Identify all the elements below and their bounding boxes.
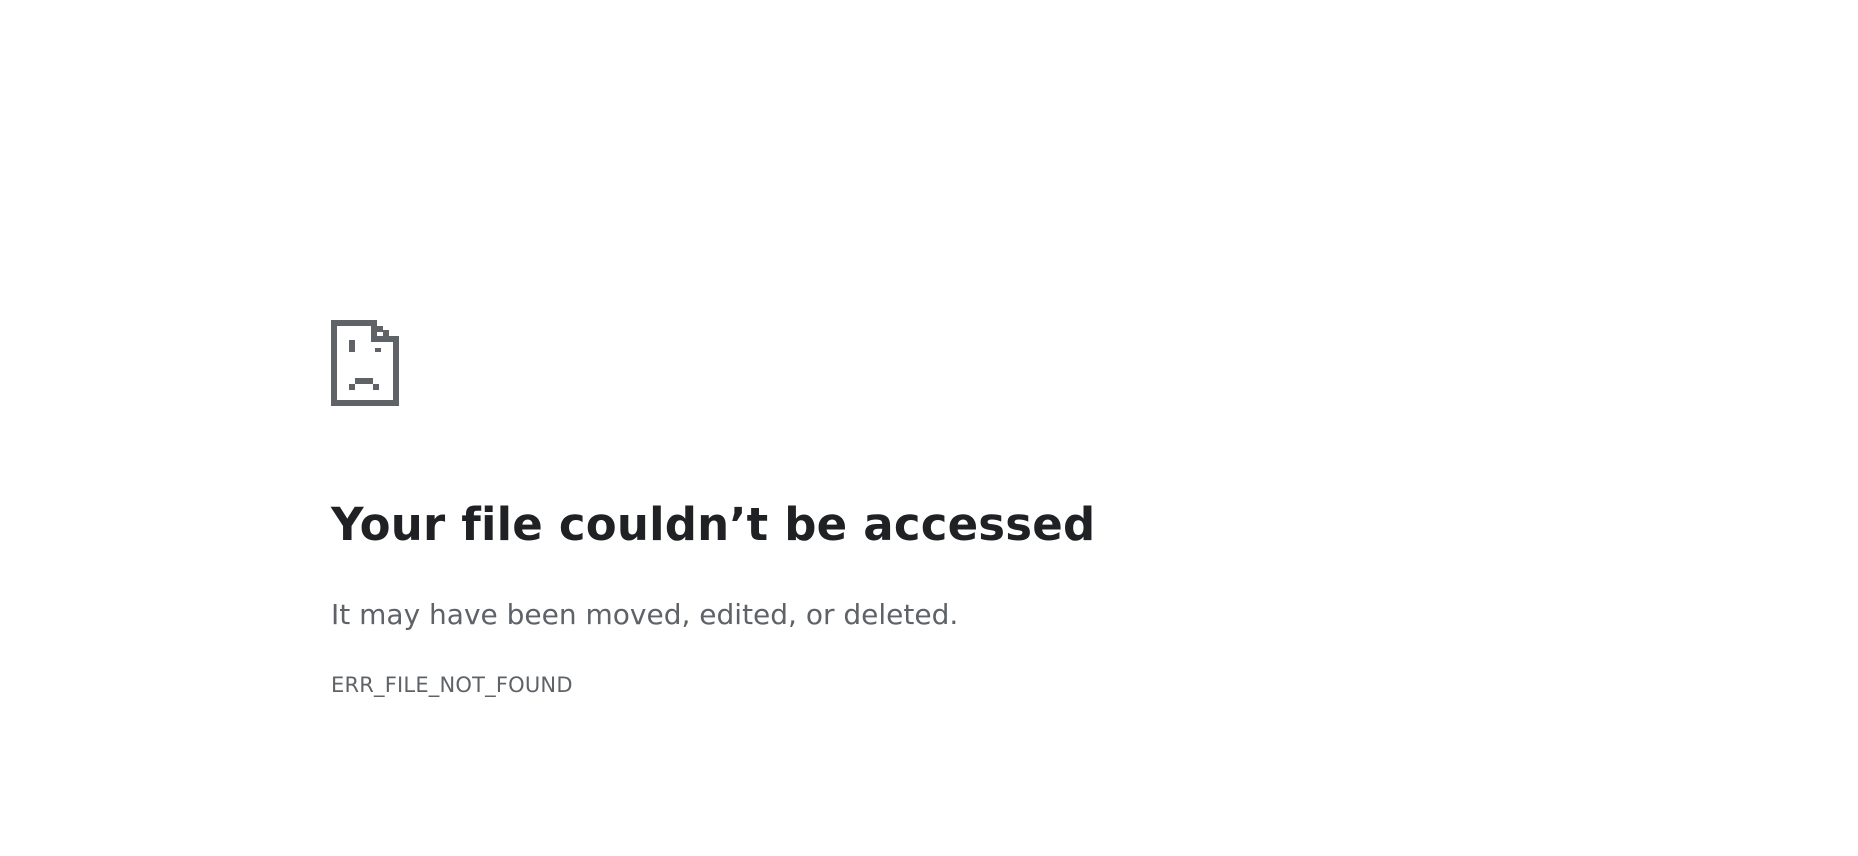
error-subtitle: It may have been moved, edited, or delet… [331, 598, 959, 631]
error-page: Your file couldn’t be accessed It may ha… [0, 0, 1858, 856]
sad-file-icon [331, 320, 399, 406]
error-headline: Your file couldn’t be accessed [331, 498, 1096, 551]
error-content: Your file couldn’t be accessed It may ha… [331, 320, 1231, 697]
error-code: ERR_FILE_NOT_FOUND [331, 673, 573, 697]
